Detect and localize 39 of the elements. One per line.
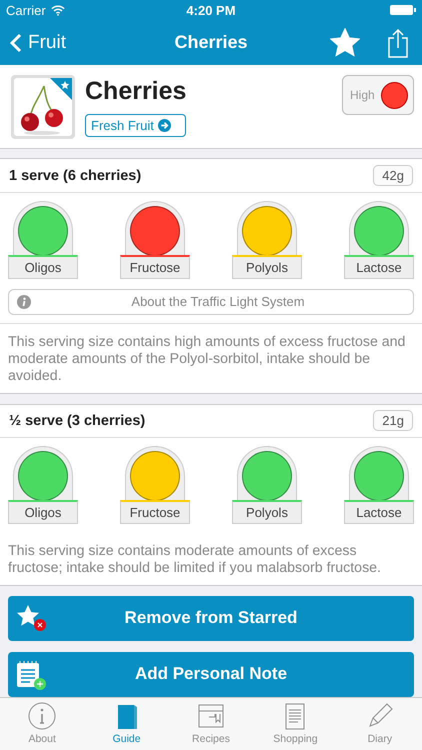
action-button[interactable]: Add Personal Note [8, 652, 414, 697]
star-remove-icon [16, 604, 46, 632]
serving-title: 1 serve (6 cherries) [9, 168, 142, 184]
weight-badge: 42g [373, 165, 413, 186]
serving-note: This serving size contains moderate amounts of excess fructose; intake should be limited if you malabsorb fructose. [0, 524, 422, 586]
wifi-icon [50, 4, 65, 16]
serving-title: ½ serve (3 cherries) [9, 412, 146, 429]
chevron-left-icon [10, 32, 22, 52]
category-button[interactable]: Fresh Fruit [85, 114, 186, 137]
tab-item[interactable]: Diary [338, 698, 422, 750]
nutrient-label: Oligos [8, 254, 78, 279]
nutrient-label: Lactose [344, 254, 414, 279]
food-name: Cherries [85, 77, 186, 106]
tab-item[interactable]: About [0, 698, 84, 750]
back-button[interactable]: Fruit [10, 32, 66, 54]
carrier-name: Carrier [6, 2, 46, 18]
nutrient-label: Fructose [120, 500, 190, 524]
nav-title: Cherries [173, 32, 249, 53]
battery-icon [390, 5, 416, 15]
serving-note: This serving size contains high amounts of excess fructose and moderate amounts of the Polyol-sorbitol, intake should be avoided. [0, 322, 422, 394]
nutrient-label: Fructose [120, 254, 190, 279]
note-add-icon [16, 660, 46, 690]
nutrient-label: Polyols [232, 254, 302, 279]
tab-item[interactable]: Recipes [168, 698, 254, 750]
action-button[interactable]: Remove from Starred [8, 596, 414, 641]
nutrient-label: Polyols [232, 500, 302, 524]
status-time: 4:20 PM [185, 2, 237, 18]
info-button[interactable]: About the Traffic Light System [8, 288, 414, 315]
info-icon [27, 701, 58, 731]
arrow-right-icon [158, 119, 171, 132]
tab-item[interactable]: Shopping [253, 698, 338, 750]
weight-badge: 21g [373, 410, 413, 432]
nutrient-label: Oligos [8, 500, 78, 524]
star-icon[interactable] [330, 28, 360, 58]
rating-label: High [350, 88, 375, 102]
nutrient-label: Lactose [344, 500, 414, 524]
tab-item[interactable]: Guide [84, 698, 169, 750]
share-icon[interactable] [387, 28, 409, 58]
info-icon [17, 294, 31, 309]
